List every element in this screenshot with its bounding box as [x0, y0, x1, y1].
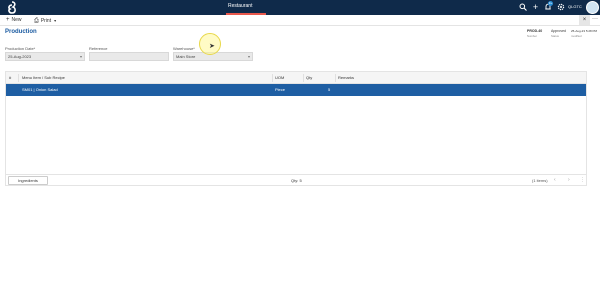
- print-label: Print: [40, 18, 52, 24]
- column-header-item[interactable]: Menu Item / Sub Recipe: [22, 75, 65, 80]
- column-header-remarks[interactable]: Remarks: [338, 75, 354, 80]
- table-row[interactable]: SM01 | Onion Salad Piece 5: [6, 84, 586, 96]
- column-header-qty[interactable]: Qty: [306, 75, 312, 80]
- new-button[interactable]: + New: [6, 17, 22, 24]
- search-icon[interactable]: [518, 3, 527, 12]
- column-divider: [272, 74, 273, 82]
- column-header-index: #: [9, 75, 12, 80]
- top-bar: Restaurant + 9+ QLGTC: [0, 0, 600, 15]
- doc-number-caption: Number: [527, 34, 537, 38]
- production-date-label: Production Date*: [5, 46, 36, 51]
- mouse-pointer-icon: ➤: [209, 43, 215, 50]
- previous-page-icon[interactable]: ‹: [554, 177, 556, 183]
- row-qty-cell[interactable]: 5: [328, 87, 330, 92]
- row-uom-cell[interactable]: Piece: [275, 87, 285, 92]
- notification-badge: 9+: [548, 1, 553, 6]
- toolbar: + New ⎙ Print ▾: [0, 15, 600, 26]
- next-page-icon[interactable]: ›: [568, 177, 570, 183]
- logo-icon[interactable]: [5, 1, 19, 14]
- warehouse-label: Warehouse*: [173, 46, 195, 51]
- print-button[interactable]: ⎙ Print ▾: [34, 17, 56, 25]
- reference-field[interactable]: [89, 52, 169, 61]
- more-options-icon[interactable]: ⋮: [580, 177, 585, 183]
- doc-number-block: PROD-40 Number: [527, 29, 542, 38]
- close-button[interactable]: ×: [579, 15, 590, 25]
- grid-header: # Menu Item / Sub Recipe UOM Qty Remarks: [6, 72, 586, 84]
- items-count: (1 items): [532, 178, 548, 183]
- column-divider: [18, 74, 19, 82]
- modified-timestamp: 25-Aug-23 5:28 PM: [571, 29, 598, 33]
- modified-block: 25-Aug-23 5:28 PM modified: [571, 29, 597, 38]
- user-code[interactable]: QLGTC: [568, 4, 582, 9]
- chevron-down-icon[interactable]: ▾: [248, 53, 250, 61]
- production-date-field[interactable]: 25-Aug-2023 ▾: [5, 52, 85, 61]
- qty-total: Qty: 5: [291, 178, 302, 183]
- printer-icon: ⎙: [34, 18, 39, 24]
- gear-icon[interactable]: [556, 3, 565, 12]
- row-item-cell[interactable]: SM01 | Onion Salad: [22, 87, 58, 92]
- column-divider: [335, 74, 336, 82]
- production-date-value: 25-Aug-2023: [8, 54, 32, 59]
- new-label: New: [11, 17, 22, 23]
- more-options-icon[interactable]: ···: [592, 16, 598, 22]
- doc-number: PROD-40: [527, 29, 543, 33]
- grid-footer: Ingredients Qty: 5 (1 items) ‹ › ⋮: [5, 174, 587, 186]
- app-title[interactable]: Restaurant: [228, 3, 252, 9]
- plus-icon[interactable]: +: [531, 3, 540, 12]
- plus-icon: +: [6, 17, 10, 23]
- modified-caption: modified: [571, 34, 582, 38]
- avatar[interactable]: [586, 1, 599, 14]
- page-title: Production: [5, 29, 37, 35]
- status-caption: Status: [551, 34, 559, 38]
- items-grid: # Menu Item / Sub Recipe UOM Qty Remarks…: [5, 71, 587, 186]
- ingredients-button[interactable]: Ingredients: [8, 176, 48, 185]
- warehouse-value: Main Store: [176, 54, 196, 59]
- status-block: Approved Status: [551, 29, 566, 38]
- chevron-down-icon: ▾: [54, 18, 57, 23]
- reference-label: Reference: [89, 46, 108, 51]
- status-badge: Approved: [551, 29, 566, 33]
- column-header-uom[interactable]: UOM: [275, 75, 284, 80]
- chevron-down-icon[interactable]: ▾: [80, 53, 82, 61]
- column-divider: [303, 74, 304, 82]
